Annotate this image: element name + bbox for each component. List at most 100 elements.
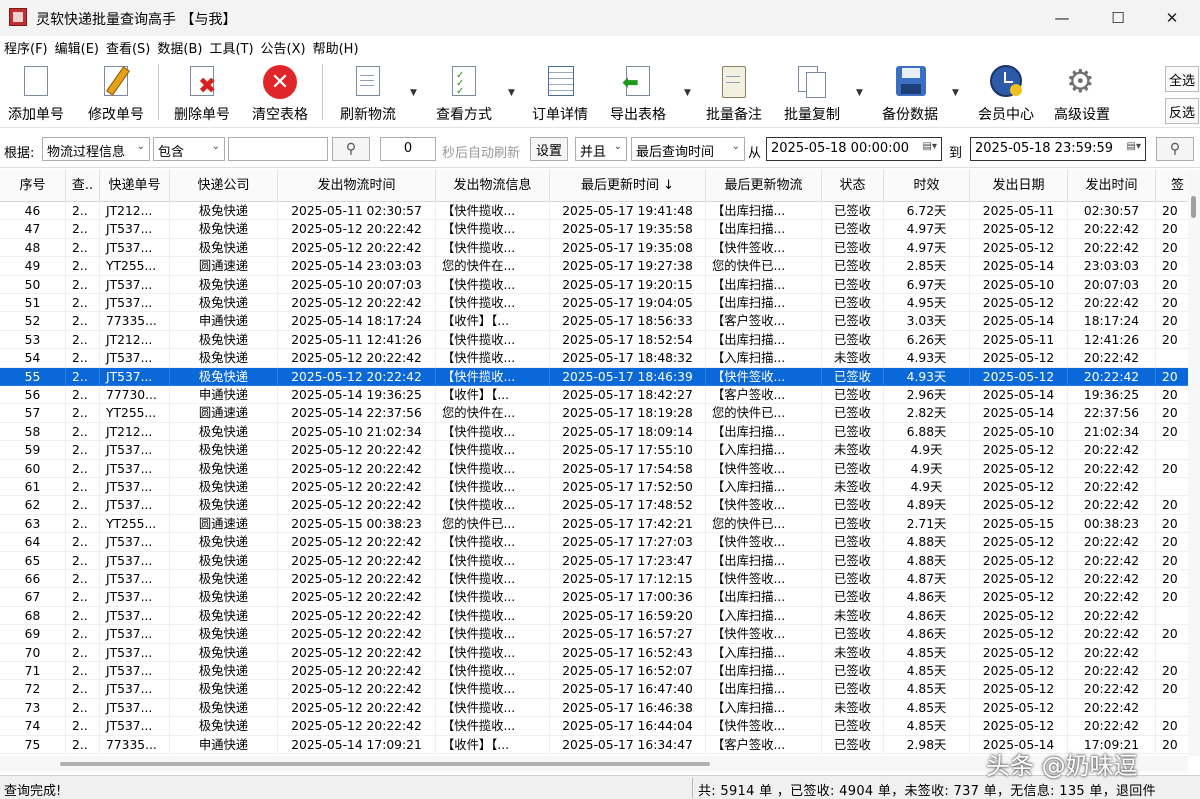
menu-program[interactable]: 程序(F): [4, 38, 48, 57]
column-header[interactable]: 签: [1156, 170, 1188, 202]
to-datetime-picker[interactable]: 2025-05-18 23:59:59 ▤▾: [970, 137, 1146, 161]
scroll-thumb[interactable]: [60, 762, 710, 766]
keyword-input[interactable]: [228, 137, 328, 161]
refresh-dropdown-icon[interactable]: ▼: [410, 88, 417, 98]
column-header[interactable]: 时效: [884, 170, 970, 202]
table-row[interactable]: 64 2.. JT537... 极兔快递 2025-05-12 20:22:42 【快件揽…: [0, 533, 1188, 552]
table-row[interactable]: 68 2.. JT537... 极兔快递 2025-05-12 20:22:42 【快件揽…: [0, 606, 1188, 626]
table-cell: 50: [0, 275, 66, 294]
vertical-scrollbar[interactable]: [1188, 170, 1200, 756]
scroll-thumb[interactable]: [1191, 196, 1196, 218]
menu-view[interactable]: 查看(S): [106, 38, 150, 57]
table-row[interactable]: 67 2.. JT537... 极兔快递 2025-05-12 20:22:42 【快件揽…: [0, 588, 1188, 607]
table-cell: 2..: [66, 202, 100, 221]
table-row[interactable]: 48 2.. JT537... 极兔快递 2025-05-12 20:22:42 【快件揽…: [0, 238, 1188, 258]
invert-selection-button[interactable]: 反选: [1165, 98, 1199, 124]
table-cell: 20:22:42: [1068, 625, 1156, 644]
table-row[interactable]: 62 2.. JT537... 极兔快递 2025-05-12 20:22:42 【快件揽…: [0, 496, 1188, 515]
table-row[interactable]: 73 2.. JT537... 极兔快递 2025-05-12 20:22:42 【快件揽…: [0, 698, 1188, 718]
view-mode-button[interactable]: ✓ ✓ ✓ 查看方式: [432, 62, 496, 124]
menu-data[interactable]: 数据(B): [157, 38, 202, 57]
batch-note-button[interactable]: 批量备注: [702, 62, 766, 124]
select-all-button[interactable]: 全选: [1165, 66, 1199, 92]
set-button[interactable]: 设置: [530, 137, 568, 161]
table-cell: 2025-05-12 20:22:42: [278, 294, 436, 313]
column-header[interactable]: 状态: [822, 170, 884, 202]
batch-copy-button[interactable]: 批量复制: [780, 62, 844, 124]
column-header[interactable]: 查..: [66, 170, 100, 202]
table-cell: 【快件揽收...: [436, 643, 550, 662]
match-mode-select[interactable]: 包含 ⌄: [153, 137, 225, 161]
column-header[interactable]: 快递公司: [170, 170, 278, 202]
table-row[interactable]: 52 2.. 77335... 申通快递 2025-05-14 18:17:24 【收件】…: [0, 312, 1188, 331]
menu-help[interactable]: 帮助(H): [313, 38, 359, 57]
table-cell: JT537...: [100, 294, 170, 313]
table-row[interactable]: 56 2.. 77730... 申通快递 2025-05-14 19:36:25 【收件】…: [0, 386, 1188, 405]
table-row[interactable]: 49 2.. YT255... 圆通速递 2025-05-14 23:03:03 您的快件…: [0, 257, 1188, 276]
table-row[interactable]: 72 2.. JT537... 极兔快递 2025-05-12 20:22:42 【快件揽…: [0, 680, 1188, 699]
column-header[interactable]: 序号: [0, 170, 66, 202]
minimize-icon[interactable]: —: [1034, 0, 1090, 36]
table-cell: 2..: [66, 570, 100, 589]
column-header[interactable]: 最后更新时间 ↓: [550, 170, 706, 202]
table-row[interactable]: 65 2.. JT537... 极兔快递 2025-05-12 20:22:42 【快件揽…: [0, 551, 1188, 570]
table-row[interactable]: 51 2.. JT537... 极兔快递 2025-05-12 20:22:42 【快件揽…: [0, 294, 1188, 313]
table-cell: JT537...: [100, 478, 170, 497]
advanced-settings-button[interactable]: ⚙ 高级设置: [1050, 62, 1114, 124]
time-field-select[interactable]: 最后查询时间 ⌄: [631, 137, 745, 161]
delete-order-button[interactable]: ✖ 删除单号: [170, 62, 234, 124]
member-center-button[interactable]: 会员中心: [974, 62, 1038, 124]
table-row[interactable]: 50 2.. JT537... 极兔快递 2025-05-10 20:07:03 【快件揽…: [0, 275, 1188, 294]
column-header[interactable]: 发出物流时间: [278, 170, 436, 202]
table-row[interactable]: 53 2.. JT212... 极兔快递 2025-05-11 12:41:26 【快件揽…: [0, 330, 1188, 350]
table-row[interactable]: 61 2.. JT537... 极兔快递 2025-05-12 20:22:42 【快件揽…: [0, 478, 1188, 497]
table-row[interactable]: 59 2.. JT537... 极兔快递 2025-05-12 20:22:42 【快件揽…: [0, 441, 1188, 460]
export-dropdown-icon[interactable]: ▼: [684, 88, 691, 98]
view-dropdown-icon[interactable]: ▼: [508, 88, 515, 98]
table-cell: 23:03:03: [1068, 257, 1156, 276]
menu-notice[interactable]: 公告(X): [261, 38, 306, 57]
search-button[interactable]: ⚲: [332, 137, 370, 161]
table-row[interactable]: 69 2.. JT537... 极兔快递 2025-05-12 20:22:42 【快件揽…: [0, 625, 1188, 644]
backup-dropdown-icon[interactable]: ▼: [952, 88, 959, 98]
from-datetime-picker[interactable]: 2025-05-18 00:00:00 ▤▾: [766, 137, 942, 161]
field-select[interactable]: 物流过程信息 ⌄: [42, 137, 150, 161]
table-cell: [1156, 349, 1188, 368]
table-row[interactable]: 58 2.. JT212... 极兔快递 2025-05-10 21:02:34 【快件揽…: [0, 422, 1188, 442]
order-detail-button[interactable]: 订单详情: [528, 62, 592, 124]
column-header[interactable]: 发出时间: [1068, 170, 1156, 202]
table-row[interactable]: 54 2.. JT537... 极兔快递 2025-05-12 20:22:42 【快件揽…: [0, 349, 1188, 368]
table-row[interactable]: 60 2.. JT537... 极兔快递 2025-05-12 20:22:42 【快件揽…: [0, 459, 1188, 478]
backup-data-button[interactable]: 备份数据: [878, 62, 942, 124]
maximize-icon[interactable]: ☐: [1090, 0, 1146, 36]
table-row[interactable]: 66 2.. JT537... 极兔快递 2025-05-12 20:22:42 【快件揽…: [0, 570, 1188, 589]
table-row[interactable]: 70 2.. JT537... 极兔快递 2025-05-12 20:22:42 【快件揽…: [0, 643, 1188, 662]
clear-table-button[interactable]: ✕ 清空表格: [248, 62, 312, 124]
logic-select[interactable]: 并且 ⌄: [575, 137, 627, 161]
table-row[interactable]: 57 2.. YT255... 圆通速递 2025-05-14 22:37:56 您的快件…: [0, 404, 1188, 423]
edit-order-button[interactable]: 修改单号: [84, 62, 148, 124]
column-header[interactable]: 最后更新物流: [706, 170, 822, 202]
export-table-button[interactable]: ⬅ 导出表格: [606, 62, 670, 124]
query-button[interactable]: ⚲: [1156, 137, 1194, 161]
copy-icon: [794, 64, 830, 98]
table-row[interactable]: 63 2.. YT255... 圆通速递 2025-05-15 00:38:23 您的快件…: [0, 514, 1188, 534]
table-cell: 【收件】【...: [436, 312, 550, 331]
table-row[interactable]: 47 2.. JT537... 极兔快递 2025-05-12 20:22:42 【快件揽…: [0, 220, 1188, 239]
table-row[interactable]: 55 2.. JT537... 极兔快递 2025-05-12 20:22:42 【快件揽…: [0, 367, 1188, 386]
table-row[interactable]: 46 2.. JT212... 极兔快递 2025-05-11 02:30:57 【快件揽…: [0, 202, 1188, 221]
menu-tools[interactable]: 工具(T): [209, 38, 253, 57]
copy-dropdown-icon[interactable]: ▼: [856, 88, 863, 98]
close-icon[interactable]: ✕: [1144, 0, 1200, 36]
table-row[interactable]: 71 2.. JT537... 极兔快递 2025-05-12 20:22:42 【快件揽…: [0, 662, 1188, 681]
table-cell: 2025-05-11: [970, 202, 1068, 221]
column-header[interactable]: 快递单号: [100, 170, 170, 202]
table-row[interactable]: 74 2.. JT537... 极兔快递 2025-05-12 20:22:42 【快件揽…: [0, 717, 1188, 736]
column-header[interactable]: 发出物流信息: [436, 170, 550, 202]
table-cell: 4.85天: [884, 717, 970, 736]
add-order-button[interactable]: 添加单号: [4, 62, 68, 124]
refresh-logistics-button[interactable]: 刷新物流: [336, 62, 400, 124]
menu-edit[interactable]: 编辑(E): [55, 38, 99, 57]
column-header[interactable]: 发出日期: [970, 170, 1068, 202]
refresh-seconds-input[interactable]: 0: [380, 137, 436, 161]
